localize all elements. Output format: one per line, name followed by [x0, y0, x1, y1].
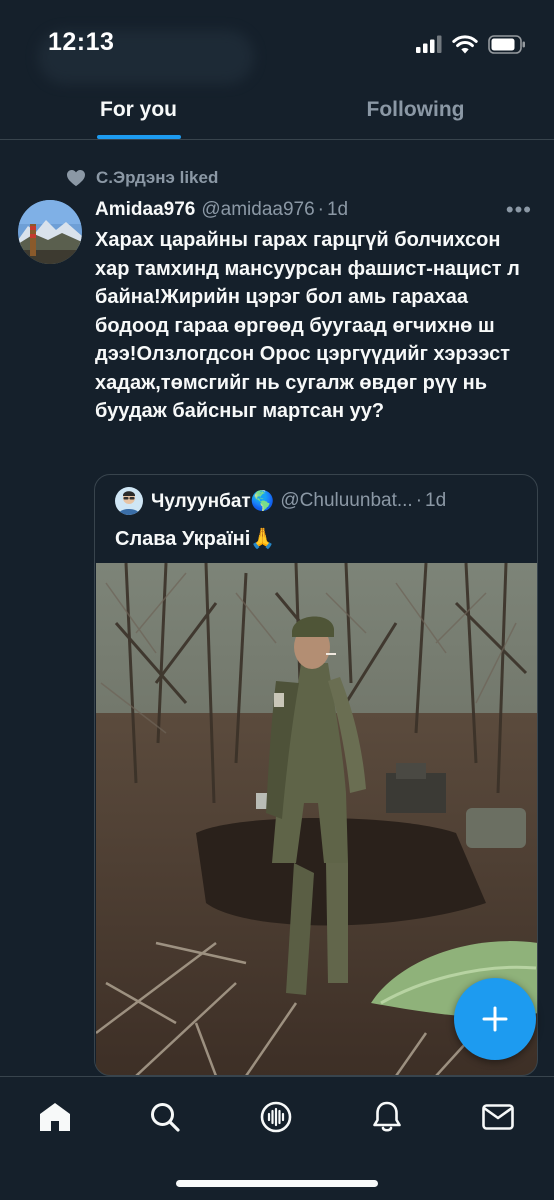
display-name[interactable]: Amidaa976: [95, 199, 195, 221]
nav-search[interactable]: [145, 1097, 185, 1137]
tweet-header: Amidaa976 @amidaa976 · 1d •••: [95, 197, 536, 223]
quote-handle[interactable]: @Chuluunbat...: [280, 490, 412, 512]
active-tab-indicator: [96, 135, 181, 139]
tab-following[interactable]: Following: [277, 80, 554, 139]
notifications-icon: [373, 1101, 401, 1132]
messages-icon: [482, 1104, 514, 1130]
social-context-text[interactable]: С.Эрдэнэ liked: [96, 168, 218, 188]
quote-avatar-image: [115, 487, 143, 515]
quote-text: Слава Україні🙏: [115, 528, 276, 550]
avatar-image: [18, 200, 82, 264]
separator-dot: ·: [317, 199, 324, 220]
nav-notifications[interactable]: [367, 1097, 407, 1137]
tweet-text: Харах царайны гарах гарцгүй болчихсон ха…: [95, 229, 520, 422]
tweet-time[interactable]: 1d: [327, 199, 348, 221]
timeline-tabs: For you Following: [0, 80, 554, 140]
plus-icon: [482, 1006, 508, 1032]
signal-icon: [416, 35, 442, 53]
quote-header: Чулуунбат🌎 @Chuluunbat... · 1d: [115, 487, 523, 515]
spaces-icon: [260, 1101, 292, 1133]
compose-button[interactable]: [454, 978, 536, 1060]
heart-icon: [67, 169, 85, 187]
battery-icon: [488, 34, 525, 54]
nav-spaces[interactable]: [256, 1097, 296, 1137]
quote-display-name[interactable]: Чулуунбат🌎: [151, 489, 274, 513]
status-icons: [416, 30, 526, 58]
social-context: С.Эрдэнэ liked: [66, 168, 218, 188]
status-bar: 12:13: [0, 0, 554, 84]
avatar[interactable]: [18, 200, 82, 264]
status-time: 12:13: [48, 28, 115, 56]
nav-messages[interactable]: [478, 1097, 518, 1137]
more-options-icon[interactable]: •••: [506, 197, 536, 223]
quote-avatar[interactable]: [115, 487, 143, 515]
nav-home[interactable]: [35, 1097, 75, 1137]
separator-dot: ·: [415, 490, 423, 511]
tab-label: For you: [100, 97, 177, 121]
wifi-icon: [452, 34, 478, 53]
search-icon: [151, 1103, 180, 1132]
home-indicator: [176, 1180, 378, 1187]
home-icon: [40, 1103, 70, 1131]
quote-time[interactable]: 1d: [425, 490, 446, 512]
handle[interactable]: @amidaa976: [201, 199, 314, 221]
tab-for-you[interactable]: For you: [0, 80, 277, 139]
tab-label: Following: [366, 97, 465, 121]
